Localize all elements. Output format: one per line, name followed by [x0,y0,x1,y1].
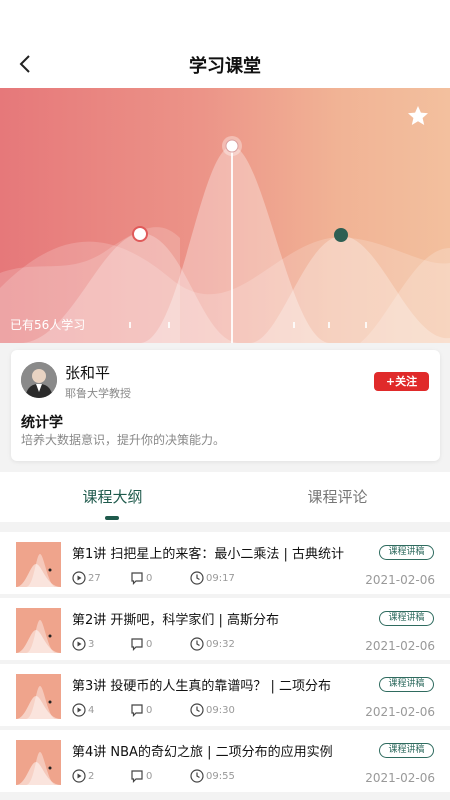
teacher-title: 耶鲁大学教授 [65,387,131,400]
comment-count-value: 0 [146,638,153,650]
comment-icon [131,704,143,717]
transcript-badge[interactable]: 课程讲稿 [379,743,434,758]
course-tabs: 课程大纲 课程评论 [0,472,450,522]
follow-button[interactable]: +关注 [374,372,429,391]
lecture-thumbnail [16,674,61,719]
clock-icon [190,571,204,585]
lecture-thumbnail [16,608,61,653]
duration-value: 09:55 [206,770,235,782]
favorite-button[interactable] [406,104,430,128]
duration-value: 09:32 [206,638,235,650]
play-count-value: 2 [88,770,95,782]
learner-count: 已有56人学习 [10,318,86,332]
transcript-badge[interactable]: 课程讲稿 [379,611,434,626]
hero-wave-graphic [0,136,450,343]
duration: 09:55 [190,769,235,783]
lecture-date: 2021-02-06 [365,639,435,653]
duration: 09:32 [190,637,235,651]
comment-icon [131,638,143,651]
lecture-row[interactable]: 第1讲 扫把星上的来客：最小二乘法 | 古典统计 课程讲稿 27 0 09:17… [0,532,450,594]
comment-count-value: 0 [146,770,153,782]
play-icon [72,571,86,585]
lecture-thumbnail [16,542,61,587]
course-name: 统计学 [21,415,63,431]
avatar-portrait [21,362,57,398]
transcript-badge[interactable]: 课程讲稿 [379,677,434,692]
tab-reviews[interactable]: 课程评论 [225,486,450,507]
teacher-avatar[interactable] [21,362,57,398]
tab-syllabus[interactable]: 课程大纲 [0,486,225,507]
comment-count: 0 [130,637,152,651]
page-title: 学习课堂 [189,56,261,77]
course-description: 培养大数据意识，提升你的决策能力。 [21,433,226,447]
lecture-row[interactable]: 第2讲 开撕吧，科学家们 | 高斯分布 课程讲稿 3 0 09:32 2021-… [0,598,450,660]
clock-icon [190,769,204,783]
play-icon [72,637,86,651]
teacher-name: 张和平 [65,364,111,382]
comment-count-value: 0 [146,572,153,584]
star-icon [408,106,428,125]
duration-value: 09:30 [206,704,235,716]
comment-icon [131,770,143,783]
lecture-title: 第1讲 扫把星上的来客：最小二乘法 | 古典统计 [72,547,345,562]
lecture-thumbnail [16,740,61,785]
top-bar: 学习课堂 [0,0,450,88]
comment-count: 0 [130,703,152,717]
play-count: 3 [72,637,94,651]
duration: 09:30 [190,703,235,717]
duration: 09:17 [190,571,235,585]
play-count-value: 4 [88,704,95,716]
duration-value: 09:17 [206,572,235,584]
comment-icon [131,572,143,585]
comment-count: 0 [130,571,152,585]
comment-count-value: 0 [146,704,153,716]
transcript-badge[interactable]: 课程讲稿 [379,545,434,560]
play-count: 4 [72,703,94,717]
lecture-title: 第4讲 NBA的奇幻之旅 | 二项分布的应用实例 [72,745,333,760]
lecture-date: 2021-02-06 [365,705,435,719]
comment-count: 0 [130,769,152,783]
lecture-date: 2021-02-06 [365,771,435,785]
lecture-row[interactable]: 第3讲 投硬币的人生真的靠谱吗？ | 二项分布 课程讲稿 4 0 09:30 2… [0,664,450,726]
course-hero-banner: 已有56人学习 [0,88,450,343]
play-count-value: 3 [88,638,95,650]
lecture-title: 第2讲 开撕吧，科学家们 | 高斯分布 [72,613,280,628]
play-icon [72,703,86,717]
lecture-date: 2021-02-06 [365,573,435,587]
active-tab-indicator [105,516,119,520]
lecture-list: 第1讲 扫把星上的来客：最小二乘法 | 古典统计 课程讲稿 27 0 09:17… [0,528,450,800]
clock-icon [190,703,204,717]
lecture-title: 第3讲 投硬币的人生真的靠谱吗？ | 二项分布 [72,679,332,694]
play-icon [72,769,86,783]
play-count: 27 [72,571,101,585]
teacher-card: 张和平 耶鲁大学教授 +关注 统计学 培养大数据意识，提升你的决策能力。 [11,350,440,461]
lecture-row[interactable]: 第4讲 NBA的奇幻之旅 | 二项分布的应用实例 课程讲稿 2 0 09:55 … [0,730,450,792]
clock-icon [190,637,204,651]
play-count: 2 [72,769,94,783]
play-count-value: 27 [88,572,101,584]
